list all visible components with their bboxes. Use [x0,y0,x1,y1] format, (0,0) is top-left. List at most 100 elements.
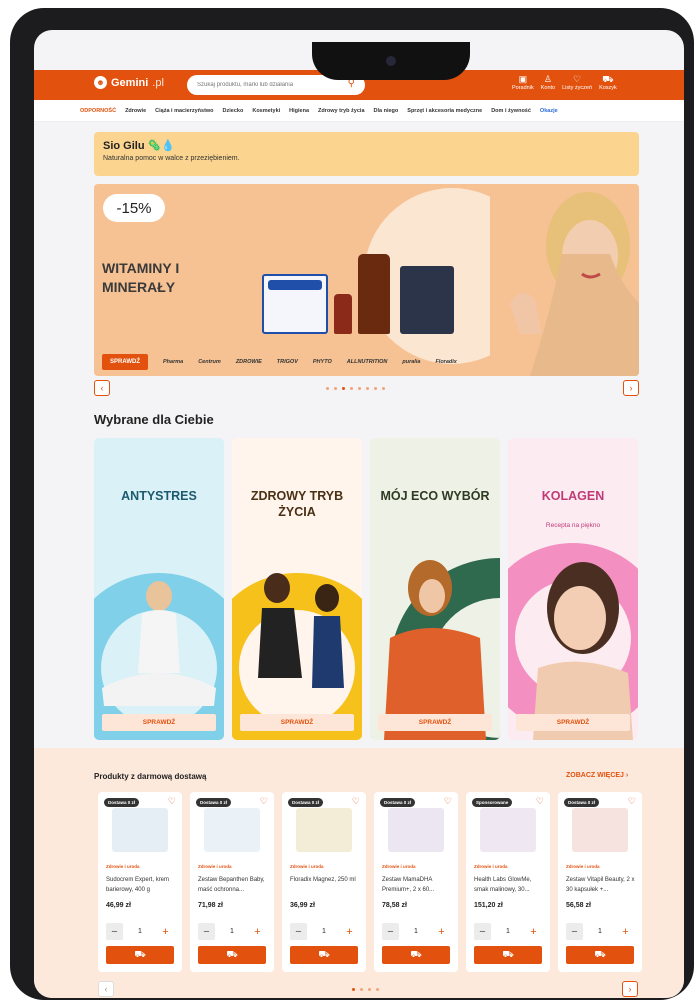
nav-item[interactable]: Higiena [289,108,309,114]
quantity-plus-button[interactable]: + [341,923,358,940]
wishlist-heart-icon[interactable]: ♡ [444,796,452,807]
product-name[interactable]: Floradix Magnez, 250 ml [290,875,362,885]
add-to-cart-button[interactable]: ⛟ [382,946,450,964]
quantity-value[interactable]: 1 [598,928,602,935]
quantity-plus-button[interactable]: + [617,923,634,940]
nav-item[interactable]: Dom i żywność [491,108,531,114]
quantity-value[interactable]: 1 [322,928,326,935]
quantity-minus-button[interactable]: − [382,923,399,940]
quantity-value[interactable]: 1 [138,928,142,935]
add-to-cart-button[interactable]: ⛟ [198,946,266,964]
product-card[interactable]: Dostawa 0 zł ♡ Zdrowie i uroda Floradix Mag… [282,792,366,972]
category-check-button[interactable]: SPRAWDŹ [516,714,630,731]
quantity-plus-button[interactable]: + [157,923,174,940]
quantity-plus-button[interactable]: + [525,923,542,940]
brand-logo[interactable]: TRIGOV [277,359,298,365]
nav-item[interactable]: Kosmetyki [252,108,280,114]
promo-banner[interactable]: Sio Gilu 🦠💧 Naturalna pomoc w walce z pr… [94,132,639,176]
pagination-dot[interactable] [360,988,363,991]
pagination-dot[interactable] [382,387,385,390]
brand-logo[interactable]: Floradix [435,359,456,365]
nav-item[interactable]: Dla niego [374,108,399,114]
site-logo[interactable]: ☻ Gemini .pl [94,76,164,89]
category-check-button[interactable]: SPRAWDŹ [240,714,354,731]
quantity-minus-button[interactable]: − [198,923,215,940]
product-card[interactable]: Dostawa 0 zł ♡ Zdrowie i uroda Zestaw MamaD… [374,792,458,972]
quantity-minus-button[interactable]: − [566,923,583,940]
pagination-dot[interactable] [326,387,329,390]
add-to-cart-button[interactable]: ⛟ [566,946,634,964]
nav-item[interactable]: Zdrowy tryb życia [318,108,364,114]
quantity-plus-button[interactable]: + [433,923,450,940]
quantity-plus-button[interactable]: + [249,923,266,940]
pagination-dot[interactable] [342,387,345,390]
header-tool-cart[interactable]: ⛟ Koszyk [599,73,617,91]
product-name[interactable]: Zestaw Vitapil Beauty, 2 x 30 kapsułek +… [566,875,638,895]
hero-cta-button[interactable]: SPRAWDŹ [102,354,148,370]
products-next-button[interactable]: › [622,981,638,997]
category-card[interactable]: MÓJ ECO WYBÓR SPRAWDŹ [370,438,500,740]
brand-logo[interactable]: Centrum [198,359,221,365]
quantity-value[interactable]: 1 [414,928,418,935]
wishlist-heart-icon[interactable]: ♡ [352,796,360,807]
pagination-dot[interactable] [358,387,361,390]
hero-banner[interactable]: -15% WITAMINY I MINERAŁY SPRAWDŹ Pharma Ce… [94,184,639,376]
product-card[interactable]: Sponsorowane ♡ Zdrowie i uroda Health Labs … [466,792,550,972]
wishlist-heart-icon[interactable]: ♡ [536,796,544,807]
product-image[interactable] [572,808,628,852]
add-to-cart-button[interactable]: ⛟ [106,946,174,964]
category-check-button[interactable]: SPRAWDŹ [378,714,492,731]
pagination-dot[interactable] [350,387,353,390]
hero-next-button[interactable]: › [623,380,639,396]
nav-item[interactable]: Okazje [540,108,558,114]
header-tool-guide[interactable]: ▣ Poradnik [512,73,534,91]
category-check-button[interactable]: SPRAWDŹ [102,714,216,731]
brand-logo[interactable]: puralia [402,359,420,365]
nav-item[interactable]: Sprzęt i akcesoria medyczne [407,108,482,114]
pagination-dot[interactable] [376,988,379,991]
product-card[interactable]: Dostawa 0 zł ♡ Zdrowie i uroda Zestaw Vitap… [558,792,642,972]
nav-item[interactable]: ODPORNOŚĆ [80,108,116,114]
product-image[interactable] [296,808,352,852]
product-name[interactable]: Zestaw Bepanthen Baby, maść ochronna... [198,875,270,895]
nav-item[interactable]: Dziecko [223,108,244,114]
header-tool-heart[interactable]: ♡ Listy życzeń [562,73,592,91]
category-card[interactable]: ANTYSTRES SPRAWDŹ [94,438,224,740]
add-to-cart-button[interactable]: ⛟ [474,946,542,964]
product-image[interactable] [480,808,536,852]
hero-prev-button[interactable]: ‹ [94,380,110,396]
see-more-link[interactable]: ZOBACZ WIĘCEJ › [566,772,628,779]
product-image[interactable] [112,808,168,852]
pagination-dot[interactable] [374,387,377,390]
product-name[interactable]: Zestaw MamaDHA Premium+, 2 x 60... [382,875,454,895]
wishlist-heart-icon[interactable]: ♡ [168,796,176,807]
brand-logo[interactable]: PHYTO [313,359,332,365]
pagination-dot[interactable] [366,387,369,390]
quantity-value[interactable]: 1 [506,928,510,935]
pagination-dot[interactable] [334,387,337,390]
category-card[interactable]: ZDROWY TRYB ŻYCIA SPRAWDŹ [232,438,362,740]
product-card[interactable]: Dostawa 0 zł ♡ Zdrowie i uroda Zestaw Bepan… [190,792,274,972]
pagination-dot[interactable] [368,988,371,991]
search-input[interactable] [197,82,347,88]
nav-item[interactable]: Ciąża i macierzyństwo [155,108,213,114]
header-tool-user[interactable]: ♙ Konto [541,73,555,91]
quantity-minus-button[interactable]: − [106,923,123,940]
product-image[interactable] [388,808,444,852]
product-name[interactable]: Sudocrem Expert, krem barierowy, 400 g [106,875,178,895]
product-image[interactable] [204,808,260,852]
quantity-value[interactable]: 1 [230,928,234,935]
product-card[interactable]: Dostawa 0 zł ♡ Zdrowie i uroda Sudocrem Exp… [98,792,182,972]
quantity-minus-button[interactable]: − [474,923,491,940]
brand-logo[interactable]: ALLNUTRITION [347,359,388,365]
brand-logo[interactable]: ZDROWIE [236,359,262,365]
brand-logo[interactable]: Pharma [163,359,183,365]
product-name[interactable]: Health Labs GlowMe, smak malinowy, 30... [474,875,546,895]
category-card[interactable]: KOLAGEN Recepta na piękno SPRAWDŹ [508,438,638,740]
quantity-minus-button[interactable]: − [290,923,307,940]
pagination-dot[interactable] [352,988,355,991]
wishlist-heart-icon[interactable]: ♡ [260,796,268,807]
add-to-cart-button[interactable]: ⛟ [290,946,358,964]
wishlist-heart-icon[interactable]: ♡ [628,796,636,807]
products-prev-button[interactable]: ‹ [98,981,114,997]
